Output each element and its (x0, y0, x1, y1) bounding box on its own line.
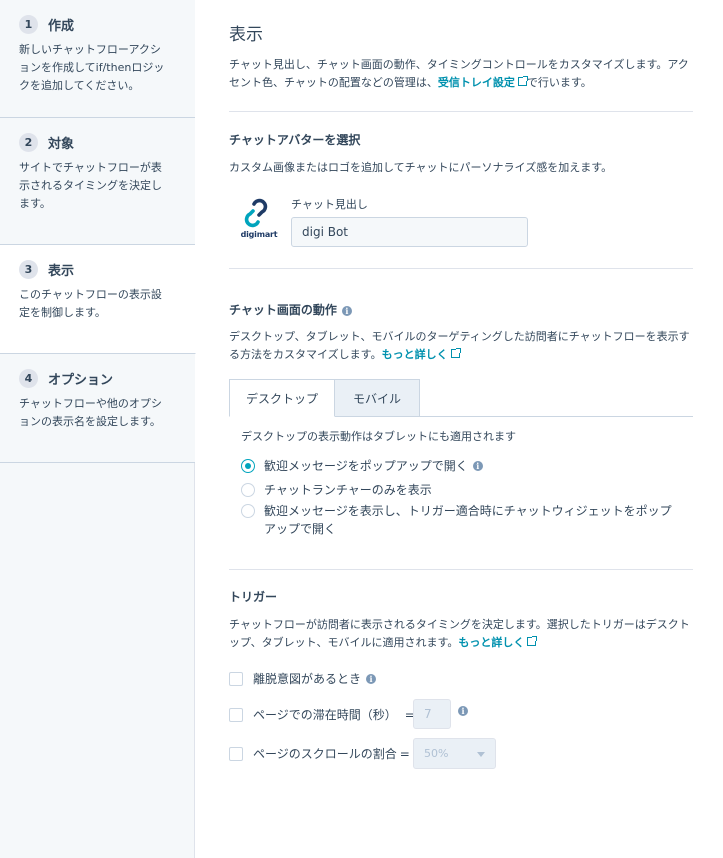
learn-more-link[interactable]: もっと詳しく (458, 636, 524, 649)
steps-sidebar: 1 作成 新しいチャットフローアクションを作成してif/thenロジックを追加し… (0, 0, 196, 858)
divider (229, 268, 693, 269)
inbox-settings-link[interactable]: 受信トレイ設定 (438, 76, 515, 89)
step-title: 対象 (48, 136, 75, 152)
learn-more-link[interactable]: もっと詳しく (382, 348, 448, 361)
avatar-heading: チャットアバターを選択 (229, 133, 361, 147)
page-title: 表示 (229, 25, 263, 45)
intro-text: チャット見出し、チャット画面の動作、タイミングコントロールをカスタマイズします。… (229, 56, 693, 92)
checkbox[interactable] (229, 746, 243, 761)
radio-label: 歓迎メッセージをポップアップで開く (264, 459, 468, 473)
divider (229, 569, 693, 570)
triggers-description: チャットフローが訪問者に表示されるタイミングを決定します。選択したトリガーはデス… (229, 616, 693, 652)
step-number: 2 (19, 132, 38, 152)
radio-button[interactable] (241, 504, 255, 518)
info-icon[interactable]: i (366, 673, 377, 684)
step-title: 表示 (48, 263, 75, 279)
tab-desktop[interactable]: デスクトップ (229, 379, 335, 417)
info-icon[interactable]: i (341, 305, 352, 316)
digimart-logo[interactable]: digimart (239, 198, 278, 242)
select-value: 50% (424, 747, 449, 760)
step-description: チャットフローや他のオプションの表示名を設定します。 (19, 397, 162, 428)
sidebar-step-create[interactable]: 1 作成 新しいチャットフローアクションを作成してif/thenロジックを追加し… (0, 0, 195, 118)
checkbox-label: ページでの滞在時間（秒） (253, 708, 397, 722)
intro-suffix: で行います。 (526, 76, 592, 89)
radio-option-trigger-popup[interactable]: 歓迎メッセージを表示し、トリガー適合時にチャットウィジェットをポップアップで開く (241, 502, 681, 538)
checkbox[interactable] (229, 707, 243, 722)
external-link-icon (450, 348, 461, 358)
external-link-icon (517, 76, 528, 86)
equals-sign: = (399, 746, 410, 761)
divider (229, 111, 693, 112)
step-title: 作成 (48, 18, 75, 34)
radio-option-popup[interactable]: 歓迎メッセージをポップアップで開く i (241, 457, 483, 475)
avatar-description: カスタム画像またはロゴを追加してチャットにパーソナライズ感を加えます。 (229, 161, 613, 174)
step-description: 新しいチャットフローアクションを作成してif/thenロジックを追加してください… (19, 43, 165, 92)
triggers-heading: トリガー (229, 590, 278, 604)
info-icon[interactable]: i (458, 706, 468, 716)
checkbox-label: 離脱意図があるとき (253, 672, 362, 686)
checkbox-label: ページのスクロールの割合 (253, 747, 397, 761)
chat-heading-input[interactable]: digi Bot (291, 217, 528, 247)
time-on-page-seconds-input[interactable]: 7 (413, 699, 451, 729)
step-number: 1 (19, 14, 38, 34)
external-link-icon (527, 636, 538, 646)
trigger-time-on-page[interactable]: ページでの滞在時間（秒） = (229, 706, 415, 723)
sidebar-step-options[interactable]: 4 オプション チャットフローや他のオプションの表示名を設定します。 (0, 354, 195, 463)
radio-option-launcher-only[interactable]: チャットランチャーのみを表示 (241, 481, 432, 499)
sidebar-step-display[interactable]: 3 表示 このチャットフローの表示設定を制御します。 (0, 245, 196, 354)
step-number: 3 (19, 259, 38, 279)
scroll-percentage-select[interactable]: 50% (413, 738, 496, 769)
chat-heading-label: チャット見出し (291, 198, 368, 211)
info-icon[interactable]: i (472, 461, 483, 471)
step-description: サイトでチャットフローが表示されるタイミングを決定します。 (19, 161, 162, 210)
step-title: オプション (48, 372, 114, 388)
radio-button[interactable] (241, 483, 255, 497)
radio-button[interactable] (241, 459, 255, 473)
logo-wordmark: digimart (240, 230, 278, 239)
checkbox[interactable] (229, 671, 243, 686)
sidebar-step-target[interactable]: 2 対象 サイトでチャットフローが表示されるタイミングを決定します。 (0, 118, 195, 245)
behavior-heading-text: チャット画面の動作 (229, 303, 337, 317)
radio-label: 歓迎メッセージを表示し、トリガー適合時にチャットウィジェットをポップアップで開く (264, 504, 672, 536)
radio-label: チャットランチャーのみを表示 (264, 483, 432, 497)
trigger-scroll-percentage[interactable]: ページのスクロールの割合 = (229, 745, 410, 762)
chain-link-icon (244, 198, 268, 228)
step-number: 4 (19, 368, 38, 388)
step-description: このチャットフローの表示設定を制御します。 (19, 288, 162, 319)
behavior-description: デスクトップ、タブレット、モバイルのターゲティングした訪問者にチャットフローを表… (229, 328, 693, 364)
behavior-heading: チャット画面の動作 i (229, 301, 352, 318)
tab-mobile[interactable]: モバイル (335, 379, 420, 417)
trigger-exit-intent[interactable]: 離脱意図があるとき i (229, 670, 377, 687)
chevron-down-icon (477, 752, 485, 757)
device-tabs: デスクトップ モバイル (229, 379, 693, 417)
tablet-note: デスクトップの表示動作はタブレットにも適用されます (241, 430, 516, 443)
